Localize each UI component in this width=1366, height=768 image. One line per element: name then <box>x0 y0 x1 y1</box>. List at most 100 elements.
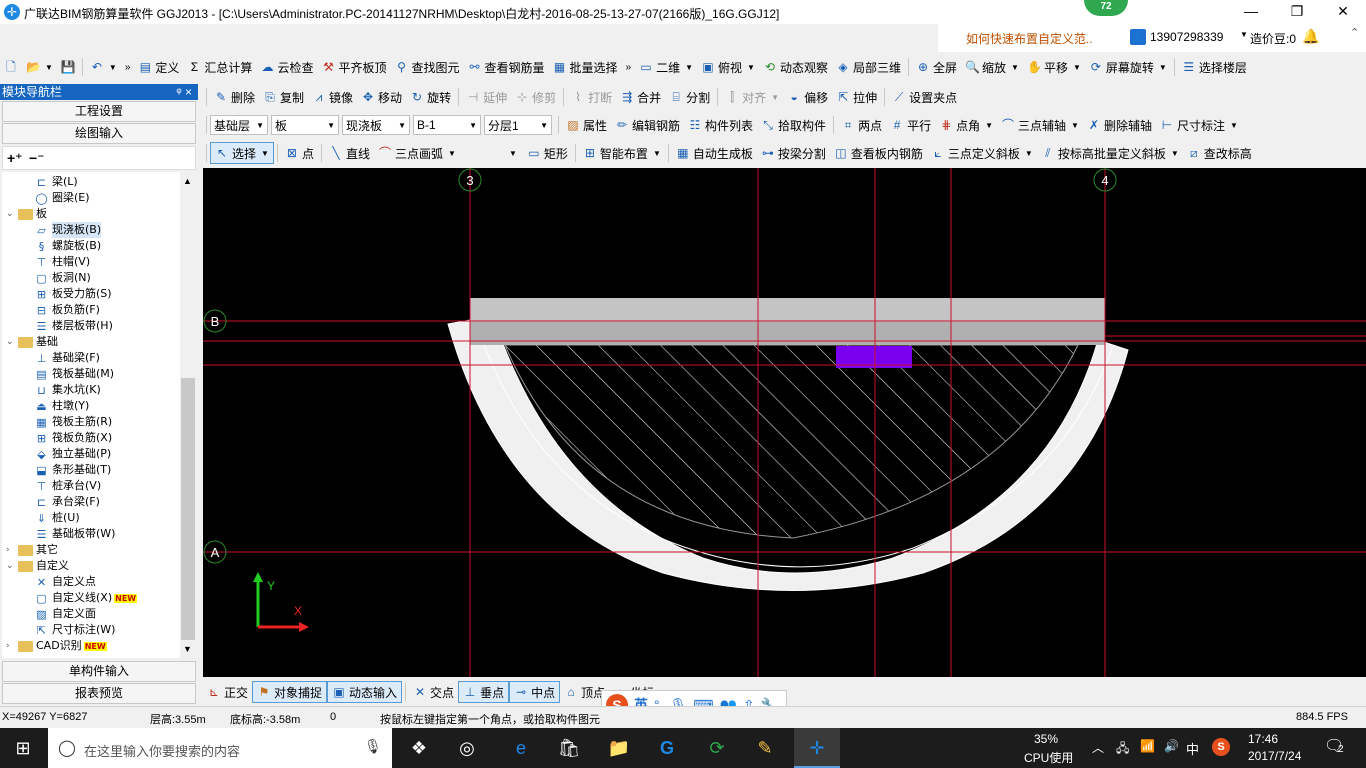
define-button[interactable]: ▤ 定义 <box>134 56 183 78</box>
open-file-button[interactable]: 📂 ▼ <box>22 56 57 78</box>
new-file-button[interactable]: 🗋 <box>0 56 22 78</box>
store-icon[interactable]: 🛍 <box>554 734 584 762</box>
offset-button[interactable]: ◒ 偏移 <box>783 86 832 108</box>
tree-item[interactable]: › 其它 <box>6 542 58 558</box>
scroll-down-icon[interactable]: ▼ <box>183 644 192 654</box>
zoom-button[interactable]: 🔍 缩放 ▼ <box>961 56 1023 78</box>
select-floor-button[interactable]: ☰ 选择楼层 <box>1178 56 1251 78</box>
merge-button[interactable]: ⇶ 合并 <box>616 86 665 108</box>
notes-icon[interactable]: ✎ <box>750 734 780 762</box>
undo-button[interactable]: ↶ ▼ <box>86 56 121 78</box>
tree-item[interactable]: ▦ 筏板主筋(R) <box>34 414 112 430</box>
two-point-axis-button[interactable]: ⌗ 两点 <box>837 114 886 136</box>
parallel-axis-button[interactable]: # 平行 <box>886 114 935 136</box>
copy-button[interactable]: ⎘ 复制 <box>259 86 308 108</box>
network-pc-icon[interactable]: 🖧 <box>1116 739 1129 760</box>
break-button[interactable]: ⌇ 打断 <box>567 86 616 108</box>
view-rebar-button[interactable]: ⚯ 查看钢筋量 <box>463 56 548 78</box>
tray-expand-icon[interactable]: ︿ <box>1092 739 1104 756</box>
three-point-axis-button[interactable]: ⌒ 三点辅轴 ▼ <box>997 114 1083 136</box>
properties-button[interactable]: ▨ 属性 <box>562 114 611 136</box>
midpoint-snap[interactable]: ⊸ 中点 <box>509 681 561 703</box>
split-by-beam-button[interactable]: ⊶ 按梁分割 <box>757 142 830 164</box>
perpendicular-snap[interactable]: ⊥ 垂点 <box>458 681 510 703</box>
tree-item[interactable]: › CAD识别 NEW <box>6 638 107 654</box>
tree-item[interactable]: ✕ 自定义点 <box>34 574 96 590</box>
fullscreen-button[interactable]: ⊕ 全屏 <box>912 56 961 78</box>
tree-collapsed-icon[interactable]: › <box>6 638 16 654</box>
tree-item[interactable]: ⊤ 柱帽(V) <box>34 254 90 270</box>
active-app-tab[interactable]: ✛ <box>794 728 840 768</box>
pan-button[interactable]: ✋ 平移 ▼ <box>1023 56 1085 78</box>
report-preview-button[interactable]: 报表预览 <box>2 683 196 704</box>
tree-item[interactable]: ◯ 圈梁(E) <box>34 190 89 206</box>
component-type-select[interactable]: 现浇板 ▼ <box>342 115 410 135</box>
windows-start-icon[interactable]: ⊞ <box>8 734 38 762</box>
collapse-all-icon[interactable]: −⁻ <box>29 150 45 167</box>
user-phone[interactable]: 13907298339 <box>1150 30 1223 44</box>
ortho-toggle[interactable]: ⊾ 正交 <box>203 681 252 703</box>
app-swirl-icon[interactable]: ◎ <box>452 734 482 762</box>
tree-item[interactable]: § 螺旋板(B) <box>34 238 101 254</box>
component-list-button[interactable]: ☷ 构件列表 <box>684 114 757 136</box>
tree-item[interactable]: ☰ 基础板带(W) <box>34 526 116 542</box>
maximize-button[interactable]: ❐ <box>1274 0 1320 24</box>
tree-item[interactable]: ⊤ 桩承台(V) <box>34 478 101 494</box>
help-question-link[interactable]: 如何快速布置自定义范.. <box>966 30 1093 47</box>
split-button[interactable]: ⌸ 分割 <box>665 86 714 108</box>
summary-calc-button[interactable]: Σ 汇总计算 <box>183 56 256 78</box>
arc-option-select[interactable]: ▼ <box>460 143 520 163</box>
intersection-snap[interactable]: ✕ 交点 <box>409 681 458 703</box>
extend-button[interactable]: ⊣ 延伸 <box>462 86 511 108</box>
delete-button[interactable]: ✎ 删除 <box>210 86 259 108</box>
tree-item[interactable]: ▨ 自定义面 <box>34 606 96 622</box>
line-draw-button[interactable]: ╲ 直线 <box>325 142 374 164</box>
view-slab-rebar-button[interactable]: ◫ 查看板内钢筋 <box>830 142 927 164</box>
batch-slope-button[interactable]: ⫽ 按标高批量定义斜板 ▼ <box>1037 142 1183 164</box>
tree-item[interactable]: ⏏ 柱墩(Y) <box>34 398 89 414</box>
flush-slab-top-button[interactable]: ⚒ 平齐板顶 <box>317 56 390 78</box>
glodon-g-icon[interactable]: G <box>652 734 682 762</box>
local-3d-button[interactable]: ◈ 局部三维 <box>832 56 905 78</box>
component-name-select[interactable]: B-1 ▼ <box>413 115 481 135</box>
minimize-button[interactable]: — <box>1228 0 1274 24</box>
tree-item[interactable]: ⬓ 条形基础(T) <box>34 462 111 478</box>
tree-item[interactable]: ▱ 现浇板(B) <box>34 222 102 238</box>
align-button[interactable]: ⫿ 对齐 ▼ <box>721 86 783 108</box>
project-settings-button[interactable]: 工程设置 <box>2 101 196 122</box>
find-element-button[interactable]: ⚲ 查找图元 <box>390 56 463 78</box>
toolbar-overflow-2[interactable]: » <box>622 56 636 78</box>
trim-button[interactable]: ⊹ 修剪 <box>511 86 560 108</box>
tree-item[interactable]: ⊥ 基础梁(F) <box>34 350 100 366</box>
tree-item[interactable]: ⌄ 自定义 <box>6 558 69 574</box>
tree-item[interactable]: ▢ 自定义线(X) NEW <box>34 590 138 606</box>
cloud-check-button[interactable]: ☁ 云检查 <box>256 56 317 78</box>
save-button[interactable]: 💾 <box>57 56 79 78</box>
view-2d-button[interactable]: ▭ 二维 ▼ <box>635 56 697 78</box>
dynamic-input-toggle[interactable]: ▣ 动态输入 <box>327 681 403 703</box>
scroll-thumb[interactable] <box>181 378 195 640</box>
edge-browser-icon[interactable]: e <box>506 734 536 762</box>
layer-select[interactable]: 分层1 ▼ <box>484 115 552 135</box>
delete-axis-button[interactable]: ✗ 删除辅轴 <box>1083 114 1156 136</box>
tree-expanded-icon[interactable]: ⌄ <box>6 558 16 574</box>
select-button[interactable]: ↖ 选择 ▼ <box>210 142 274 164</box>
panel-pin-close[interactable]: ᵠ × <box>176 84 192 100</box>
drawing-svg[interactable]: 3 4 B A Y X <box>203 168 1366 677</box>
tree-item[interactable]: ▤ 筏板基础(M) <box>34 366 114 382</box>
rotate-button[interactable]: ↻ 旋转 <box>406 86 455 108</box>
dynamic-view-button[interactable]: ⟲ 动态观察 <box>759 56 832 78</box>
edit-rebar-button[interactable]: ✏ 编辑钢筋 <box>611 114 684 136</box>
pick-component-button[interactable]: ⤡ 拾取构件 <box>757 114 830 136</box>
three-point-arc-button[interactable]: ⌒ 三点画弧 ▼ <box>374 142 460 164</box>
wifi-icon[interactable]: 📶 <box>1140 739 1155 753</box>
tree-item[interactable]: ⊏ 承台梁(F) <box>34 494 100 510</box>
auto-generate-slab-button[interactable]: ▦ 自动生成板 <box>672 142 757 164</box>
object-snap-toggle[interactable]: ⚑ 对象捕捉 <box>252 681 328 703</box>
clock-date[interactable]: 2017/7/24 <box>1248 749 1301 763</box>
move-button[interactable]: ✥ 移动 <box>357 86 406 108</box>
expand-all-icon[interactable]: +⁺ <box>7 150 23 167</box>
stretch-button[interactable]: ⇱ 拉伸 <box>832 86 881 108</box>
tree-item[interactable]: ⬙ 独立基础(P) <box>34 446 111 462</box>
scroll-up-icon[interactable]: ▲ <box>183 176 192 186</box>
